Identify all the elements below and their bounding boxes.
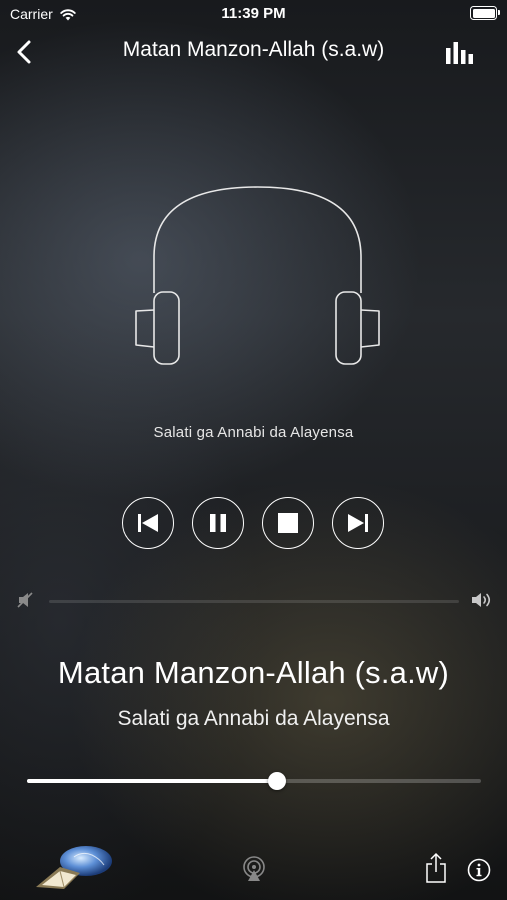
equalizer-button[interactable] xyxy=(441,38,475,68)
back-button[interactable] xyxy=(12,36,38,68)
next-track-icon xyxy=(348,514,368,532)
previous-track-button[interactable] xyxy=(122,497,174,549)
info-button[interactable] xyxy=(467,858,491,882)
battery-icon xyxy=(470,6,500,20)
airplay-icon xyxy=(243,856,265,881)
headphones-icon xyxy=(135,186,380,365)
info-icon xyxy=(467,858,491,882)
pause-button[interactable] xyxy=(192,497,244,549)
artwork-subtitle: Salati ga Annabi da Alayensa xyxy=(153,424,354,441)
next-track-button[interactable] xyxy=(332,497,384,549)
progress-slider[interactable] xyxy=(27,779,481,783)
volume-slider[interactable] xyxy=(49,600,459,603)
nav-title: Matan Manzon-Allah (s.a.w) xyxy=(122,38,385,61)
stop-icon xyxy=(278,513,298,533)
stop-button[interactable] xyxy=(262,497,314,549)
pause-icon xyxy=(210,514,226,532)
app-logo[interactable] xyxy=(34,843,116,891)
airplay-button[interactable] xyxy=(241,855,267,883)
chevron-left-icon xyxy=(17,40,31,64)
status-bar: Carrier 11:39 PM xyxy=(0,0,507,28)
share-icon xyxy=(426,852,446,883)
status-time: 11:39 PM xyxy=(221,5,286,22)
artwork xyxy=(130,185,385,370)
progress-thumb[interactable] xyxy=(267,772,286,790)
battery-level xyxy=(472,8,495,18)
volume-max-icon xyxy=(470,591,494,609)
volume-mute-icon xyxy=(16,591,36,609)
progress-fill xyxy=(27,779,277,783)
previous-track-icon xyxy=(138,514,158,532)
track-title: Matan Manzon-Allah (s.a.w) xyxy=(57,655,450,690)
share-button[interactable] xyxy=(424,852,448,884)
equalizer-icon xyxy=(446,42,473,64)
track-artist: Salati ga Annabi da Alayensa xyxy=(117,707,390,730)
